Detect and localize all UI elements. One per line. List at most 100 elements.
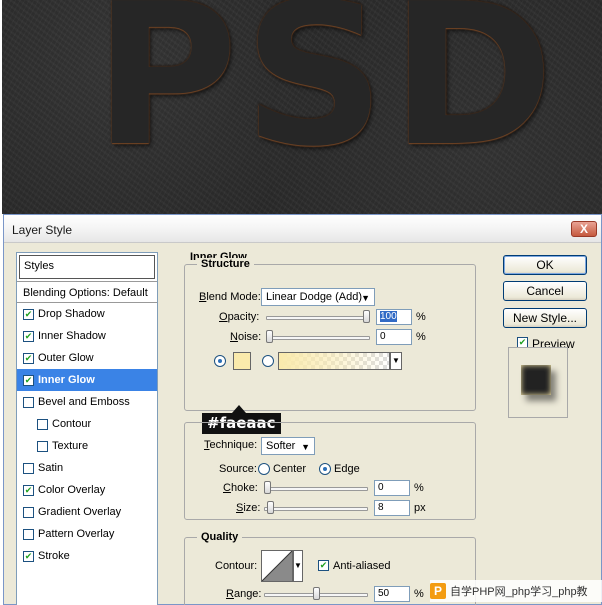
style-item-gradient-overlay[interactable]: Gradient Overlay — [17, 501, 157, 523]
ok-button[interactable]: OK — [503, 255, 587, 275]
style-checkbox[interactable] — [23, 462, 34, 474]
style-preview-thumbnail — [521, 365, 551, 395]
solid-color-radio[interactable] — [214, 355, 226, 367]
close-button[interactable]: X — [571, 221, 597, 237]
style-item-label: Outer Glow — [38, 352, 94, 364]
style-checkbox[interactable]: ✔ — [23, 352, 34, 364]
style-preview — [508, 347, 568, 418]
range-label: Range: — [226, 588, 262, 600]
style-checkbox[interactable]: ✔ — [23, 374, 34, 386]
size-slider[interactable] — [264, 507, 368, 511]
style-checkbox[interactable] — [23, 396, 34, 408]
style-item-label: Gradient Overlay — [38, 506, 122, 518]
contour-label: Contour: — [215, 560, 258, 572]
canvas-artwork: PSD — [2, 0, 602, 214]
style-checkbox[interactable] — [37, 440, 48, 452]
structure-title: Structure — [197, 258, 254, 270]
style-item-inner-shadow[interactable]: ✔ Inner Shadow — [17, 325, 157, 347]
opacity-percent: % — [416, 311, 426, 323]
style-item-label: Stroke — [38, 550, 70, 562]
noise-slider[interactable] — [266, 336, 370, 340]
noise-input[interactable]: 0 — [376, 329, 412, 345]
technique-select[interactable]: Softer ▼ — [261, 437, 315, 455]
style-item-label: Inner Glow — [38, 374, 95, 386]
blend-mode-label: Blend Mode: — [199, 291, 261, 303]
watermark-logo: P — [430, 583, 446, 599]
source-center-label: Center — [273, 463, 307, 475]
quality-title: Quality — [197, 531, 243, 543]
glow-color-swatch[interactable] — [233, 352, 251, 370]
dialog-title: Layer Style — [12, 223, 73, 237]
style-item-drop-shadow[interactable]: ✔ Drop Shadow — [17, 303, 157, 325]
choke-slider-thumb[interactable] — [264, 481, 271, 494]
style-item-label: Texture — [52, 440, 89, 452]
dialog-titlebar[interactable]: Layer Style X — [4, 215, 601, 243]
contour-curve-icon — [261, 550, 293, 582]
size-px: px — [414, 502, 426, 514]
style-item-satin[interactable]: Satin — [17, 457, 157, 479]
style-item-color-overlay[interactable]: ✔ Color Overlay — [17, 479, 157, 501]
style-item-pattern-overlay[interactable]: Pattern Overlay — [17, 523, 157, 545]
style-checkbox[interactable]: ✔ — [23, 308, 34, 320]
chevron-down-icon: ▼ — [301, 442, 310, 452]
anti-aliased-label: Anti-aliased — [333, 560, 391, 572]
source-center-radio[interactable] — [258, 463, 270, 475]
style-item-label: Satin — [38, 462, 64, 474]
noise-label: Noise: — [230, 331, 262, 343]
gradient-radio[interactable] — [262, 355, 274, 367]
choke-slider[interactable] — [264, 487, 368, 491]
blend-mode-value: Linear Dodge (Add) — [266, 291, 363, 303]
style-checkbox[interactable] — [23, 506, 34, 518]
range-slider-thumb[interactable] — [312, 587, 320, 600]
cancel-button[interactable]: Cancel — [503, 281, 587, 301]
style-item-stroke[interactable]: ✔ Stroke — [17, 545, 157, 567]
opacity-input[interactable]: 100 — [376, 309, 412, 325]
style-checkbox[interactable]: ✔ — [23, 330, 34, 342]
technique-value: Softer — [266, 440, 296, 452]
psd-artwork-text: PSD — [94, 0, 560, 190]
contour-preview[interactable] — [261, 550, 293, 582]
gradient-dropdown-icon[interactable]: ▼ — [390, 352, 402, 370]
style-item-inner-glow[interactable]: ✔ Inner Glow — [17, 369, 157, 391]
range-input[interactable]: 50 — [374, 586, 410, 602]
styles-header[interactable]: Styles — [19, 255, 155, 279]
style-item-label: Contour — [52, 418, 92, 430]
size-label: Size: — [236, 502, 261, 514]
blend-mode-select[interactable]: Linear Dodge (Add) ▼ — [261, 288, 375, 306]
style-item-label: Bevel and Emboss — [38, 396, 130, 408]
blending-options-item[interactable]: Blending Options: Default — [17, 281, 157, 303]
style-item-texture[interactable]: Texture — [17, 435, 157, 457]
opacity-slider[interactable] — [266, 316, 370, 320]
style-item-label: Inner Shadow — [38, 330, 106, 342]
style-item-outer-glow[interactable]: ✔ Outer Glow — [17, 347, 157, 369]
style-checkbox[interactable] — [23, 528, 34, 540]
opacity-slider-thumb[interactable] — [363, 310, 370, 323]
style-item-bevel-and-emboss[interactable]: Bevel and Emboss — [17, 391, 157, 413]
opacity-label: Opacity: — [219, 311, 260, 323]
site-watermark: P 自学PHP网_php学习_php教 — [430, 580, 602, 602]
new-style-button[interactable]: New Style... — [503, 308, 587, 328]
style-checkbox[interactable] — [37, 418, 48, 430]
choke-label: Choke: — [223, 482, 258, 494]
style-item-label: Color Overlay — [38, 484, 106, 496]
choke-input[interactable]: 0 — [374, 480, 410, 496]
noise-slider-thumb[interactable] — [266, 330, 273, 343]
source-edge-label: Edge — [334, 463, 360, 475]
choke-percent: % — [414, 482, 424, 494]
styles-list: Styles Blending Options: Default ✔ Drop S… — [16, 252, 158, 605]
size-input[interactable]: 8 — [374, 500, 410, 516]
style-checkbox[interactable]: ✔ — [23, 550, 34, 562]
watermark-text: 自学PHP网_php学习_php教 — [450, 586, 588, 598]
style-item-label: Drop Shadow — [38, 308, 105, 320]
range-percent: % — [414, 588, 424, 600]
dialog-body: Styles Blending Options: Default ✔ Drop S… — [4, 244, 601, 605]
size-slider-thumb[interactable] — [266, 501, 274, 514]
source-label: Source: — [219, 463, 257, 475]
style-item-contour[interactable]: Contour — [17, 413, 157, 435]
anti-aliased-checkbox[interactable]: ✔ — [318, 560, 329, 571]
contour-dropdown-icon[interactable]: ▼ — [293, 550, 303, 582]
glow-gradient-picker[interactable] — [278, 352, 390, 370]
style-item-label: Pattern Overlay — [38, 528, 115, 540]
style-checkbox[interactable]: ✔ — [23, 484, 34, 496]
source-edge-radio[interactable] — [319, 463, 331, 475]
